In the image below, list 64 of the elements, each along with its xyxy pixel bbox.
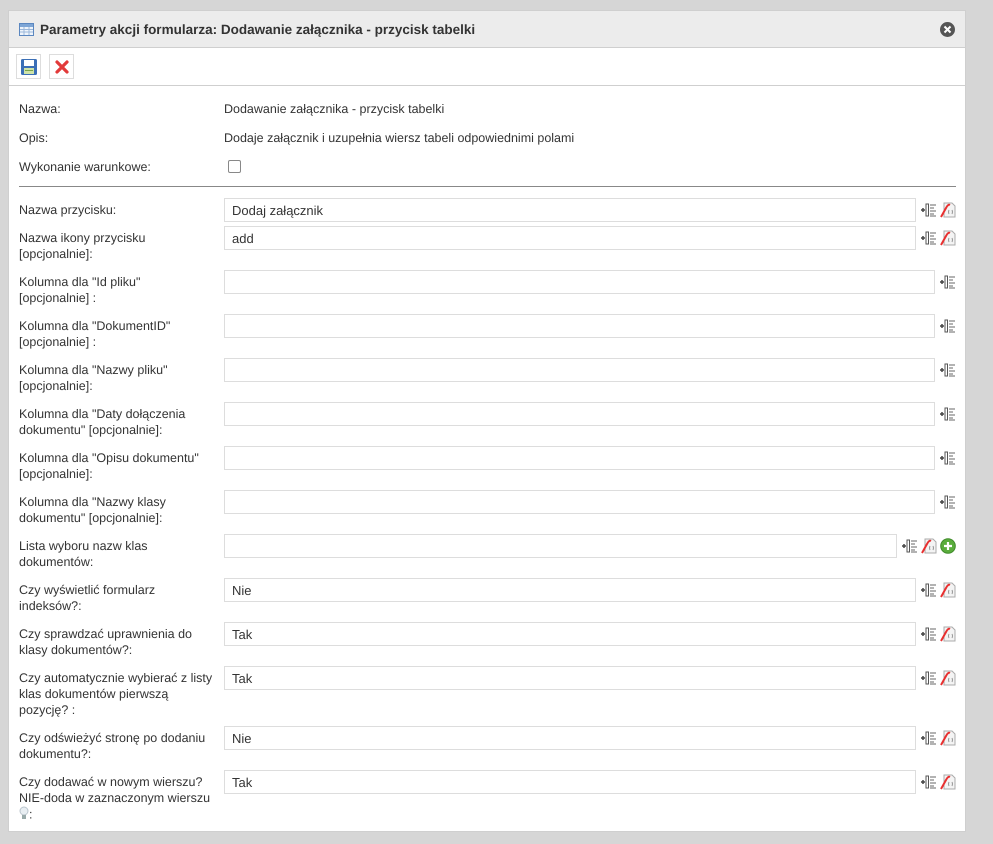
input-field[interactable] [224, 490, 935, 514]
field-label: Czy odświeżyć stronę po dodaniu dokumentu?: [19, 731, 206, 761]
insert-variable-icon[interactable] [921, 202, 937, 218]
input-field[interactable] [224, 358, 935, 382]
insert-variable-icon[interactable] [921, 230, 937, 246]
field-value: Dodawanie załącznika - przycisk tabelki [224, 102, 444, 116]
close-icon[interactable] [940, 22, 955, 36]
field-label: Czy dodawać w nowym wierszu? NIE-doda w zaznaczonym wierszu [19, 775, 210, 805]
insert-variable-icon[interactable] [940, 494, 956, 510]
insert-variable-icon[interactable] [940, 406, 956, 422]
script-document-icon[interactable] [940, 626, 956, 642]
field-label: Nazwa przycisku: [19, 203, 116, 217]
script-document-icon[interactable] [940, 730, 956, 746]
field-label: Kolumna dla "Id pliku" [opcjonalnie] : [19, 275, 140, 305]
script-document-icon[interactable] [940, 202, 956, 218]
input-field[interactable]: add [224, 226, 916, 250]
insert-variable-icon[interactable] [902, 538, 918, 554]
window-title: Parametry akcji formularza: Dodawanie załącznika - przycisk tabelki [40, 22, 476, 36]
insert-variable-icon[interactable] [921, 730, 937, 746]
field-label: Wykonanie warunkowe: [19, 160, 152, 174]
input-field[interactable]: Nie [224, 726, 916, 750]
table-icon [19, 22, 34, 36]
field-label: Nazwa: [19, 102, 62, 116]
script-document-icon[interactable] [921, 538, 937, 554]
field-label: Kolumna dla "Nazwy klasy dokumentu" [opcjonalnie]: [19, 495, 166, 525]
input-field[interactable]: Tak [224, 622, 916, 646]
input-field[interactable]: Nie [224, 578, 916, 602]
field-label: Kolumna dla "Opisu dokumentu" [opcjonalnie]: [19, 451, 199, 481]
input-field[interactable]: Tak [224, 666, 916, 690]
insert-variable-icon[interactable] [921, 582, 937, 598]
insert-variable-icon[interactable] [940, 318, 956, 334]
input-field[interactable] [224, 534, 897, 558]
input-field[interactable] [224, 314, 935, 338]
input-field[interactable]: Tak [224, 770, 916, 794]
field-label: Czy sprawdzać uprawnienia do klasy dokumentów?: [19, 627, 192, 657]
field-label: Kolumna dla "DokumentID" [opcjonalnie] : [19, 319, 170, 349]
insert-variable-icon[interactable] [940, 450, 956, 466]
save-button[interactable] [16, 54, 41, 79]
insert-variable-icon[interactable] [921, 626, 937, 642]
field-label: : [29, 807, 32, 822]
field-label: Kolumna dla "Nazwy pliku" [opcjonalnie]: [19, 363, 168, 393]
add-icon[interactable] [940, 538, 956, 554]
insert-variable-icon[interactable] [921, 670, 937, 686]
input-field[interactable]: Dodaj załącznik [224, 198, 916, 222]
cancel-button[interactable] [49, 54, 74, 79]
field-label: Czy automatycznie wybierać z listy klas dokumentów pierwszą pozycję? : [19, 671, 212, 717]
field-label: Opis: [19, 130, 50, 144]
input-field[interactable] [224, 446, 935, 470]
insert-variable-icon[interactable] [921, 774, 937, 790]
script-document-icon[interactable] [940, 582, 956, 598]
script-document-icon[interactable] [940, 230, 956, 246]
insert-variable-icon[interactable] [940, 362, 956, 378]
checkbox[interactable] [228, 160, 241, 173]
close-icon [52, 58, 70, 76]
insert-variable-icon[interactable] [940, 274, 956, 290]
script-document-icon[interactable] [940, 670, 956, 686]
field-label: Nazwa ikony przycisku [opcjonalnie]: [19, 231, 146, 261]
field-value: Dodaje załącznik i uzupełnia wiersz tabeli odpowiednimi polami [224, 130, 574, 144]
field-label: Kolumna dla "Daty dołączenia dokumentu" [opcjonalnie]: [19, 407, 186, 437]
field-label: Czy wyświetlić formularz indeksów?: [19, 583, 156, 613]
script-document-icon[interactable] [940, 774, 956, 790]
input-field[interactable] [224, 270, 935, 294]
input-field[interactable] [224, 402, 935, 426]
field-label: Lista wyboru nazw klas dokumentów: [19, 539, 148, 569]
